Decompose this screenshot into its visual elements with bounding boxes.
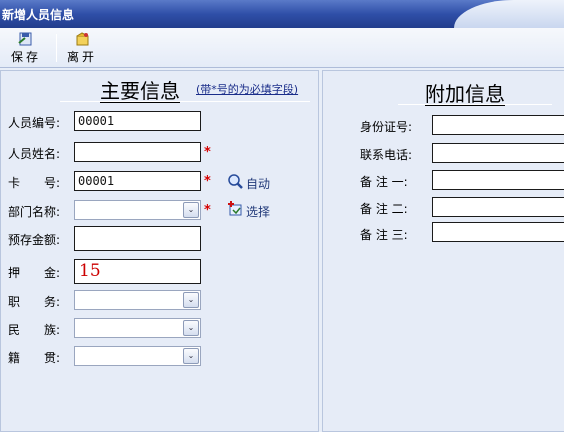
prepaid-label: 预存金额: [8,233,61,247]
title-bar: 新增人员信息 [0,0,564,28]
note1-label: 备 注 一: [360,175,408,189]
note2-label: 备 注 二: [360,202,408,216]
required-mark: * [204,145,211,160]
auto-link[interactable]: 自动 [246,175,270,192]
add-select-icon[interactable] [227,200,243,216]
name-label: 人员姓名: [8,147,61,161]
deposit-input[interactable]: 15 [74,259,201,284]
chevron-down-icon[interactable]: ⌄ [183,348,199,364]
extra-info-heading: 附加信息 [425,82,505,106]
name-input[interactable] [74,142,201,162]
main-info-heading: 主要信息 [100,79,180,103]
save-icon [18,32,32,46]
toolbar: 保存 离开 [0,28,564,68]
emp-no-input[interactable]: 00001 [74,111,201,131]
position-select[interactable]: ⌄ [74,290,201,310]
window-title: 新增人员信息 [2,8,75,22]
required-hint: (带*号的为必填字段) [196,83,299,96]
dept-select[interactable]: ⌄ [74,200,201,220]
deposit-label: 押 金: [8,266,61,280]
chevron-down-icon[interactable]: ⌄ [183,320,199,336]
position-label: 职 务: [8,295,61,309]
chevron-down-icon[interactable]: ⌄ [183,292,199,308]
magnifier-icon[interactable] [227,173,243,189]
note3-label: 备 注 三: [360,228,408,242]
required-mark: * [204,203,211,218]
main-info-divider [60,101,310,102]
chevron-down-icon[interactable]: ⌄ [183,202,199,218]
toolbar-separator [56,34,57,62]
title-bar-decoration [454,0,564,28]
required-mark: * [204,174,211,189]
leave-button[interactable]: 离开 [62,32,102,66]
native-place-select[interactable]: ⌄ [74,346,201,366]
phone-label: 联系电话: [360,148,413,162]
id-no-label: 身份证号: [360,120,413,134]
leave-icon [76,32,89,46]
prepaid-input[interactable] [74,226,201,251]
native-place-label: 籍 贯: [8,351,61,365]
phone-input[interactable] [432,143,564,163]
note3-input[interactable] [432,222,564,242]
emp-no-label: 人员编号: [8,116,61,130]
card-no-input[interactable]: 00001 [74,171,201,191]
extra-info-divider [398,104,552,105]
save-label: 保存 [10,50,41,64]
id-no-input[interactable] [432,115,564,135]
ethnicity-select[interactable]: ⌄ [74,318,201,338]
card-no-label: 卡 号: [8,176,61,190]
save-button[interactable]: 保存 [6,32,46,66]
note1-input[interactable] [432,170,564,190]
dept-label: 部门名称: [8,205,61,219]
ethnicity-label: 民 族: [8,323,61,337]
leave-label: 离开 [66,50,97,64]
note2-input[interactable] [432,197,564,217]
select-link[interactable]: 选择 [246,203,270,220]
